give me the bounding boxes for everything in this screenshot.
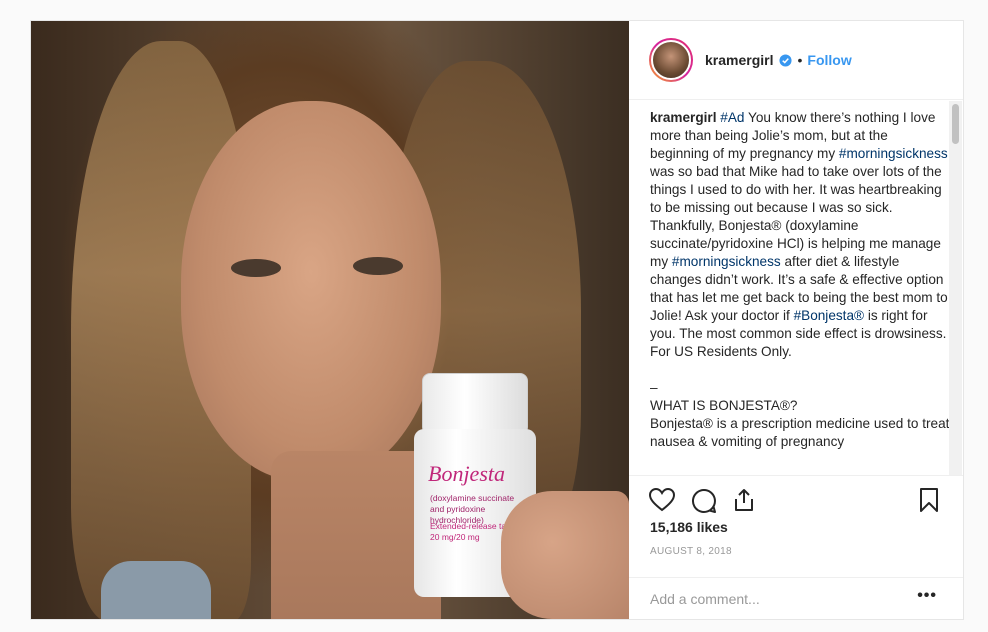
action-icons (649, 488, 949, 514)
post-card: Bonjesta (doxylamine succinate and pyrid… (30, 20, 964, 620)
caption-text: #Ad You know there’s nothing I love more… (650, 110, 948, 359)
post-sidebar: kramergirl • Follow kramergirl #Ad You k… (629, 21, 963, 619)
post-actions: 15,186 likes AUGUST 8, 2018 Add a commen… (629, 475, 963, 619)
caption-username[interactable]: kramergirl (650, 110, 717, 125)
bottle-dose: 20 mg/20 mg (430, 532, 480, 542)
bottle-brand: Bonjesta (428, 461, 505, 486)
likes-count[interactable]: 15,186 likes (650, 519, 728, 535)
post-photo[interactable]: Bonjesta (doxylamine succinate and pyrid… (31, 21, 629, 619)
caption-scrollbar[interactable] (949, 101, 962, 475)
comment-box: Add a comment... ••• (629, 577, 963, 620)
hashtag-link[interactable]: #morningsickness (672, 254, 781, 269)
post-date[interactable]: AUGUST 8, 2018 (650, 546, 732, 557)
hashtag-link[interactable]: #Ad (720, 110, 744, 125)
caption-heading: WHAT IS BONJESTA®? (650, 398, 798, 413)
photo-eye-left (231, 259, 281, 277)
bookmark-icon[interactable] (919, 488, 939, 512)
header-username[interactable]: kramergirl (705, 52, 773, 68)
more-options-icon[interactable]: ••• (917, 587, 937, 605)
caption-dash: – (650, 380, 658, 395)
follow-button[interactable]: Follow (807, 52, 851, 68)
scrollbar-thumb[interactable] (952, 104, 959, 144)
heart-icon[interactable] (649, 488, 675, 512)
post-caption: kramergirl #Ad You know there’s nothing … (650, 109, 950, 475)
post-header: kramergirl • Follow (629, 21, 963, 100)
header-separator: • (797, 52, 803, 68)
photo-eye-right (353, 257, 403, 275)
comment-icon[interactable] (691, 488, 717, 514)
avatar-image (651, 40, 691, 80)
avatar[interactable] (649, 38, 693, 82)
hashtag-link[interactable]: #morningsickness (839, 146, 948, 161)
hashtag-link[interactable]: #Bonjesta® (794, 308, 864, 323)
photo-hand (501, 491, 629, 619)
caption-body: Bonjesta® is a prescription medicine use… (650, 416, 950, 449)
share-icon[interactable] (733, 488, 755, 512)
comment-input[interactable]: Add a comment... (650, 591, 760, 607)
photo-shirt (101, 561, 211, 619)
bottle-cap (422, 373, 528, 435)
photo-face (181, 101, 441, 481)
verified-badge-icon (779, 53, 793, 67)
